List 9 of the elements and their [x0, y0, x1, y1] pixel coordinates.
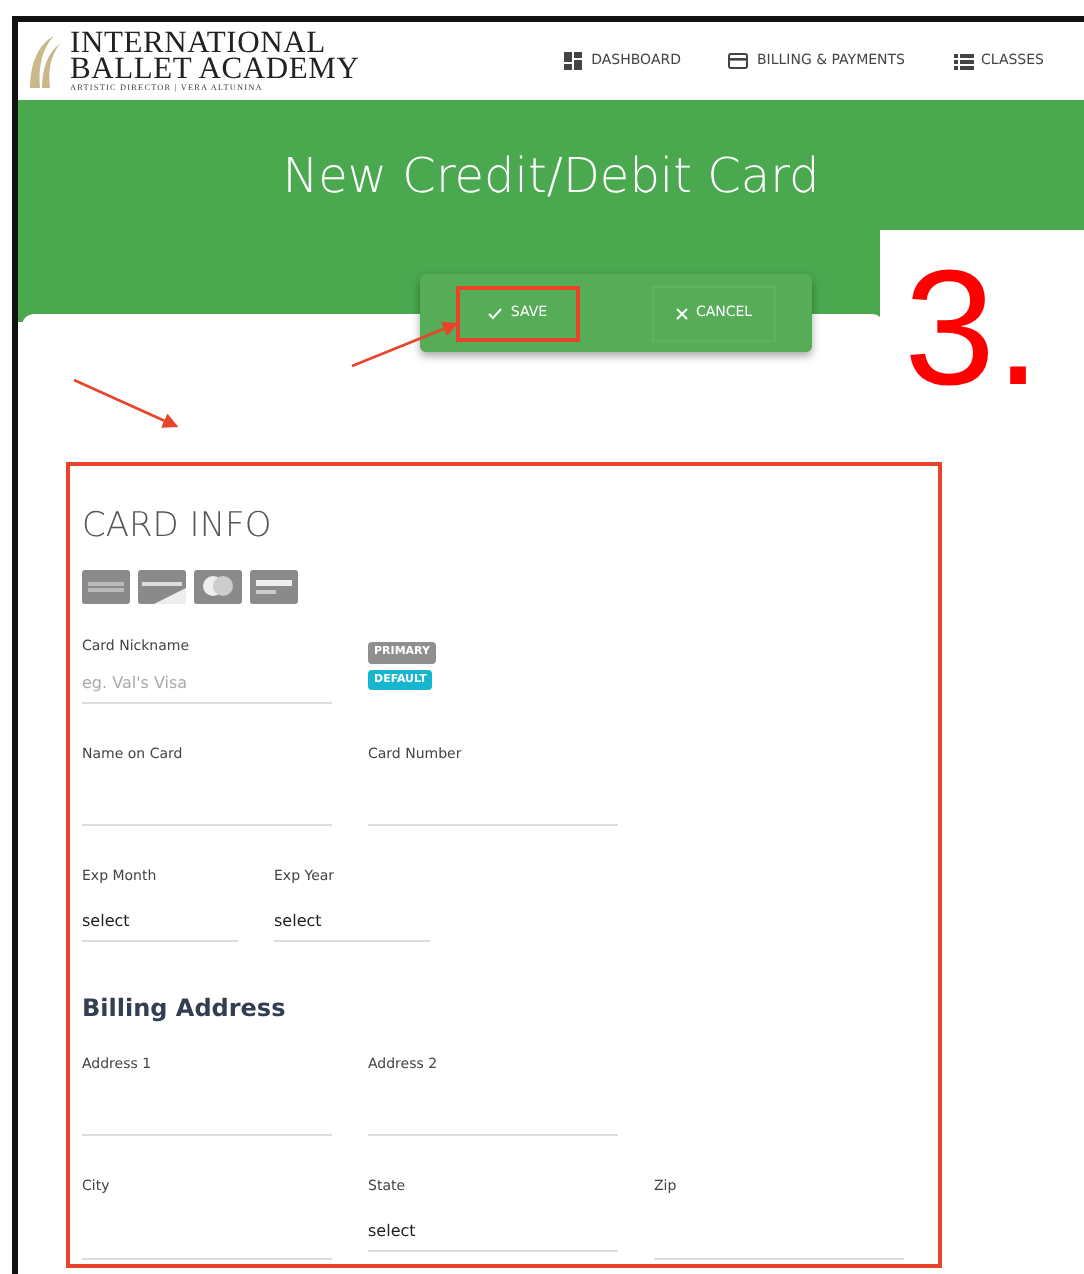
input-field[interactable]: eg. Val's Visa	[82, 665, 332, 704]
page-title: New Credit/Debit Card	[282, 146, 820, 208]
select-field[interactable]: select	[274, 903, 430, 942]
logo-text: BALLET ACADEMY	[70, 55, 360, 81]
logo-text: INTERNATIONAL	[70, 29, 326, 55]
select-field[interactable]: select	[82, 903, 238, 942]
section-title: CARD INFO	[82, 506, 274, 547]
select-field[interactable]: select	[368, 1213, 618, 1252]
section-heading: Billing Address	[82, 991, 288, 1026]
